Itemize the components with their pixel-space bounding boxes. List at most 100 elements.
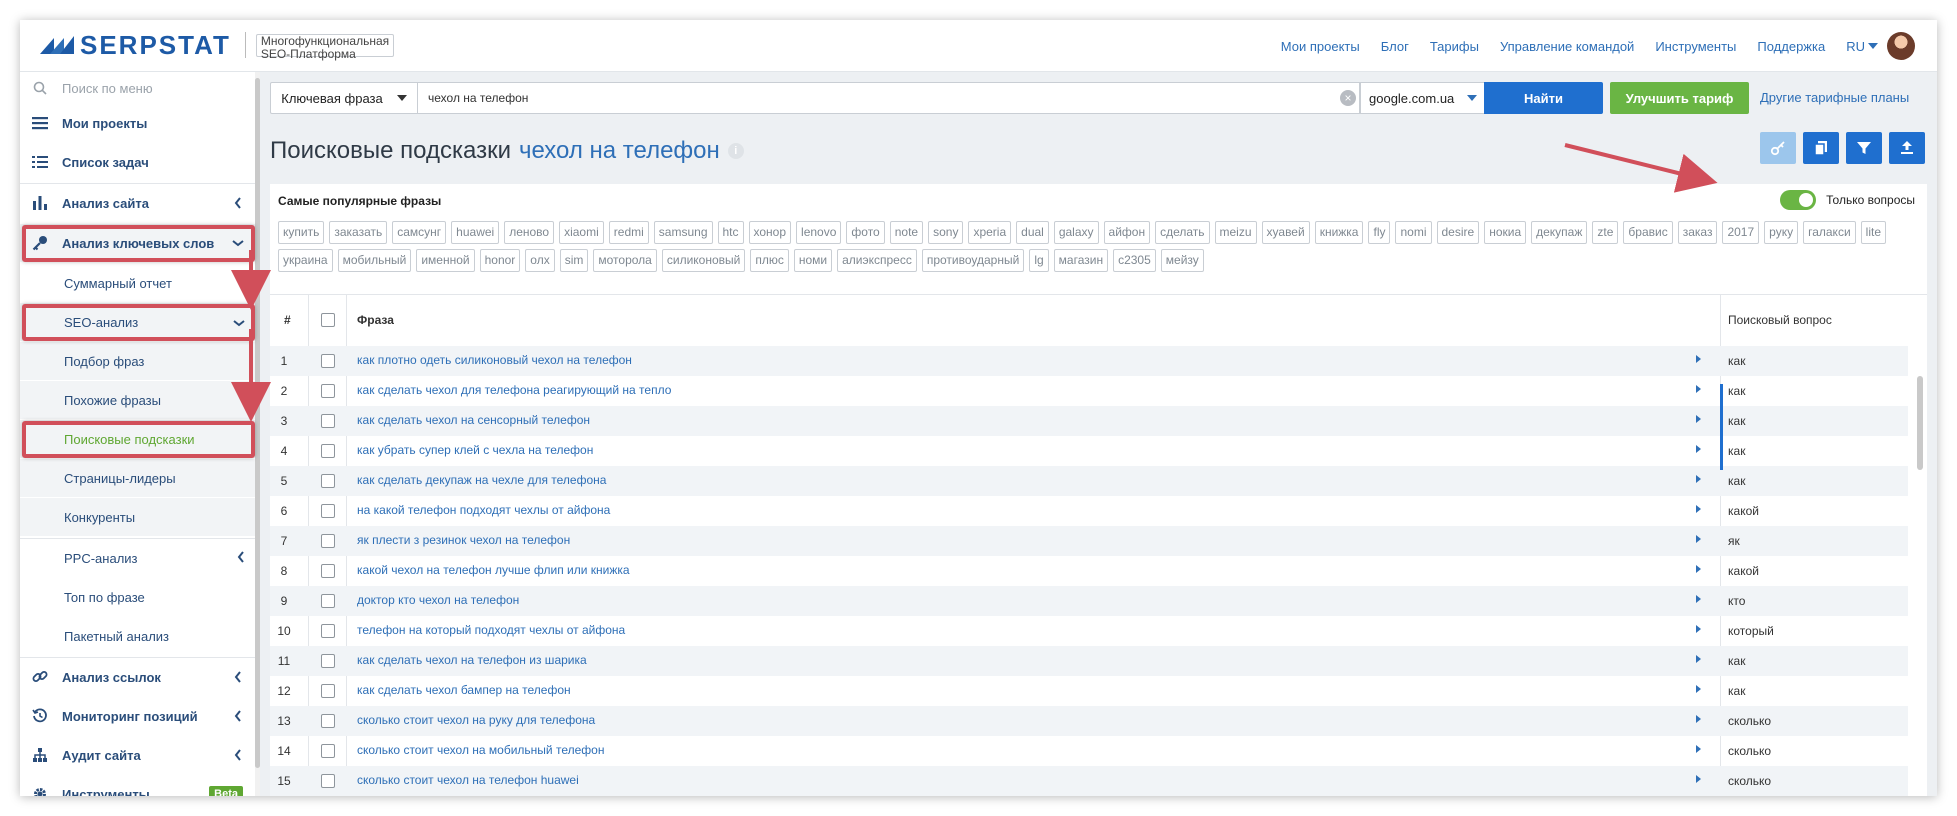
sidebar-item-my-projects[interactable]: Мои проекты: [20, 104, 255, 142]
row-phrase-link[interactable]: на какой телефон подходят чехлы от айфон…: [357, 503, 610, 517]
row-phrase-link[interactable]: сколько стоит чехол на руку для телефона: [357, 713, 595, 727]
popular-tag[interactable]: meizu: [1214, 221, 1257, 244]
sidebar-item-phrase-selection[interactable]: Подбор фраз: [20, 342, 255, 380]
row-phrase-link[interactable]: телефон на который подходят чехлы от айф…: [357, 623, 625, 637]
popular-tag[interactable]: заказ: [1677, 221, 1718, 244]
popular-tag[interactable]: купить: [278, 221, 325, 244]
row-checkbox[interactable]: [321, 414, 335, 428]
popular-tag[interactable]: хуавей: [1261, 221, 1310, 244]
nav-support[interactable]: Поддержка: [1757, 39, 1825, 54]
popular-tag[interactable]: lenovo: [796, 221, 842, 244]
popular-tag[interactable]: zte: [1592, 221, 1619, 244]
row-checkbox[interactable]: [321, 744, 335, 758]
popular-tag[interactable]: redmi: [608, 221, 649, 244]
expand-arrow-icon[interactable]: [1696, 565, 1701, 573]
database-select[interactable]: google.com.ua: [1360, 82, 1486, 114]
popular-tag[interactable]: samsung: [653, 221, 713, 244]
column-header-phrase[interactable]: Фраза: [357, 294, 394, 346]
popular-tag[interactable]: сделать: [1155, 221, 1210, 244]
sidebar-item-leader-pages[interactable]: Страницы-лидеры: [20, 459, 255, 497]
nav-pricing[interactable]: Тарифы: [1430, 39, 1479, 54]
row-checkbox[interactable]: [321, 624, 335, 638]
popular-tag[interactable]: плюс: [750, 249, 789, 272]
expand-arrow-icon[interactable]: [1696, 385, 1701, 393]
popular-tag[interactable]: fly: [1368, 221, 1391, 244]
row-checkbox[interactable]: [321, 714, 335, 728]
sidebar-item-link-analysis[interactable]: Анализ ссылок: [20, 658, 255, 696]
nav-blog[interactable]: Блог: [1381, 39, 1409, 54]
popular-tag[interactable]: бравис: [1623, 221, 1673, 244]
popular-tag[interactable]: xperia: [968, 221, 1012, 244]
popular-tag[interactable]: хонор: [748, 221, 792, 244]
nav-team-management[interactable]: Управление командой: [1500, 39, 1634, 54]
popular-tag[interactable]: desire: [1436, 221, 1480, 244]
row-checkbox[interactable]: [321, 774, 335, 788]
upgrade-plan-button[interactable]: Улучшить тариф: [1610, 82, 1749, 114]
popular-tag[interactable]: мобильный: [337, 249, 412, 272]
popular-tag[interactable]: айфон: [1103, 221, 1151, 244]
sidebar-item-competitors[interactable]: Конкуренты: [20, 498, 255, 536]
nav-my-projects[interactable]: Мои проекты: [1281, 39, 1360, 54]
row-phrase-link[interactable]: сколько стоит чехол на мобильный телефон: [357, 743, 604, 757]
expand-arrow-icon[interactable]: [1696, 595, 1701, 603]
popular-tag[interactable]: украина: [278, 249, 333, 272]
row-checkbox[interactable]: [321, 474, 335, 488]
popular-tag[interactable]: номи: [793, 249, 833, 272]
popular-tag[interactable]: олх: [525, 249, 555, 272]
popular-tag[interactable]: note: [889, 221, 924, 244]
row-phrase-link[interactable]: как сделать чехол для телефона реагирующ…: [357, 383, 671, 397]
query-input[interactable]: [418, 82, 1360, 114]
expand-arrow-icon[interactable]: [1696, 775, 1701, 783]
popular-tag[interactable]: huawei: [451, 221, 500, 244]
popular-tag[interactable]: xiaomi: [559, 221, 604, 244]
scrollbar-thumb[interactable]: [1917, 376, 1923, 470]
row-checkbox[interactable]: [321, 444, 335, 458]
language-selector[interactable]: RU: [1846, 39, 1878, 54]
expand-arrow-icon[interactable]: [1696, 685, 1701, 693]
other-plans-link[interactable]: Другие тарифные планы: [1760, 90, 1909, 105]
nav-tools[interactable]: Инструменты: [1655, 39, 1736, 54]
row-phrase-link[interactable]: как убрать супер клей с чехла на телефон: [357, 443, 593, 457]
sidebar-item-site-audit[interactable]: Аудит сайта: [20, 736, 255, 774]
popular-tag[interactable]: книжка: [1314, 221, 1364, 244]
popular-tag[interactable]: sony: [928, 221, 964, 244]
popular-tag[interactable]: самсунг: [392, 221, 447, 244]
popular-tag[interactable]: алиэкспресс: [837, 249, 917, 272]
serpstat-logo[interactable]: SERPSTAT Многофункциональная SEO-Платфор…: [40, 31, 395, 60]
popular-tag[interactable]: htc: [717, 221, 744, 244]
popular-tag[interactable]: мейзу: [1160, 249, 1204, 272]
row-phrase-link[interactable]: как сделать чехол бампер на телефон: [357, 683, 571, 697]
row-checkbox[interactable]: [321, 384, 335, 398]
expand-arrow-icon[interactable]: [1696, 355, 1701, 363]
popular-tag[interactable]: c2305: [1113, 249, 1156, 272]
popular-tag[interactable]: руку: [1764, 221, 1799, 244]
row-phrase-link[interactable]: як плести з резинок чехол на телефон: [357, 533, 570, 547]
only-questions-toggle[interactable]: [1780, 190, 1817, 210]
row-checkbox[interactable]: [321, 654, 335, 668]
popular-tag[interactable]: заказать: [329, 221, 388, 244]
sidebar-item-summary-report[interactable]: Суммарный отчет: [20, 264, 255, 302]
row-checkbox[interactable]: [321, 684, 335, 698]
filter-button[interactable]: [1846, 132, 1882, 164]
row-checkbox[interactable]: [321, 564, 335, 578]
popular-tag[interactable]: именной: [416, 249, 475, 272]
sidebar-item-tools[interactable]: Инструменты Beta: [20, 775, 255, 796]
sidebar-item-similar-phrases[interactable]: Похожие фразы: [20, 381, 255, 419]
popular-tag[interactable]: 2017: [1722, 221, 1760, 244]
row-phrase-link[interactable]: сколько стоит чехол на телефон huawei: [357, 773, 579, 787]
info-icon[interactable]: i: [727, 143, 744, 159]
popular-tag[interactable]: nomi: [1395, 221, 1432, 244]
row-checkbox[interactable]: [321, 354, 335, 368]
export-button[interactable]: [1889, 132, 1925, 164]
sidebar-item-batch-analysis[interactable]: Пакетный анализ: [20, 617, 255, 655]
expand-arrow-icon[interactable]: [1696, 655, 1701, 663]
select-all-checkbox[interactable]: [321, 313, 335, 327]
popular-tag[interactable]: галакси: [1803, 221, 1856, 244]
row-phrase-link[interactable]: как сделать чехол на сенсорный телефон: [357, 413, 590, 427]
popular-tag[interactable]: фото: [846, 221, 885, 244]
popular-tag[interactable]: силиконовый: [661, 249, 746, 272]
row-checkbox[interactable]: [321, 594, 335, 608]
popular-tag[interactable]: sim: [559, 249, 589, 272]
sidebar-item-top-by-phrase[interactable]: Топ по фразе: [20, 578, 255, 616]
expand-arrow-icon[interactable]: [1696, 715, 1701, 723]
